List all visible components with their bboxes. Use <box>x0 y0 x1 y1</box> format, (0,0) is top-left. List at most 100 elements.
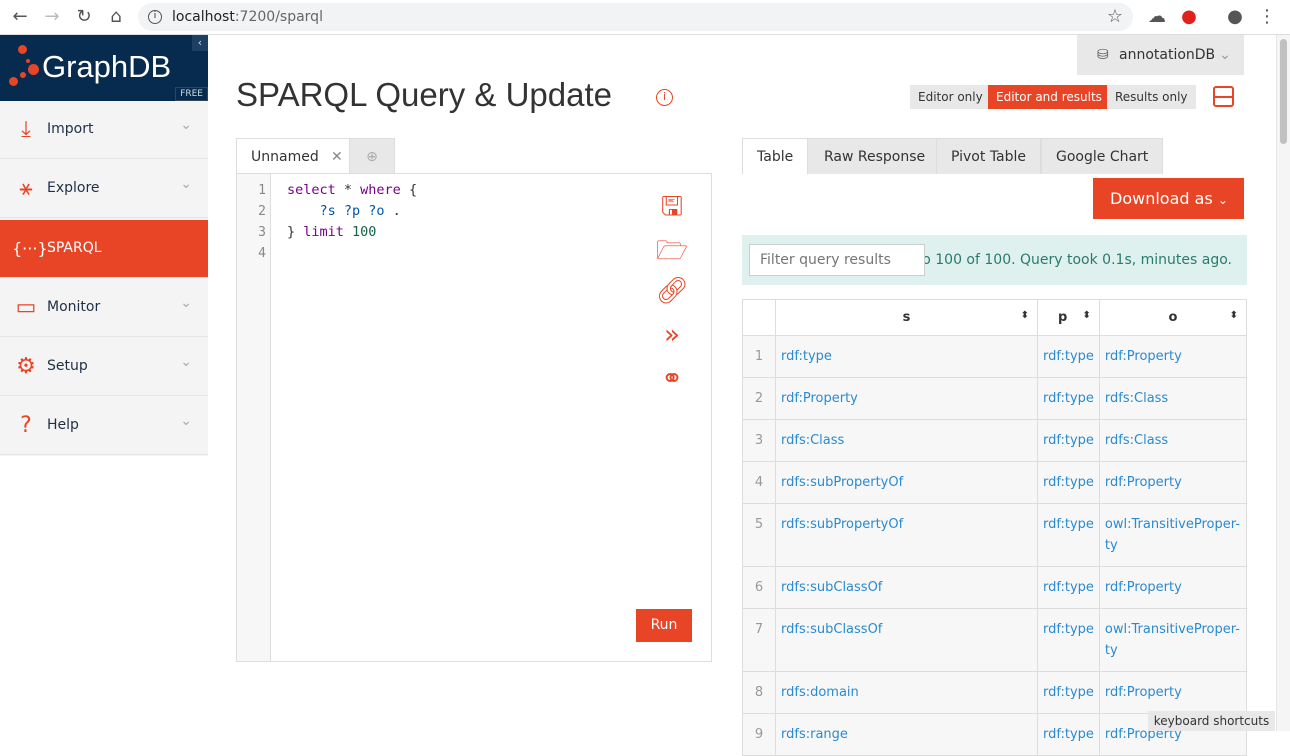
sidebar-item-import[interactable]: ⤓ Import ⌄ <box>0 101 208 159</box>
result-cell[interactable]: rdf:type <box>1037 377 1100 420</box>
column-header-s[interactable]: s ⬍ <box>775 299 1038 336</box>
result-cell[interactable]: rdfs:Class <box>1098 377 1248 420</box>
chevron-down-icon: ⌄ <box>180 413 192 429</box>
save-icon[interactable]: 🖫 <box>655 188 689 222</box>
info-icon[interactable]: i <box>656 89 673 106</box>
collapse-sidebar-icon[interactable]: ‹ <box>192 35 208 51</box>
table-row: 8 rdfs:domain rdf:type rdf:Property <box>742 671 1248 714</box>
column-header-o[interactable]: o ⬍ <box>1098 299 1248 336</box>
add-tab-button[interactable]: ⊕ <box>349 138 395 174</box>
index-header <box>742 299 776 336</box>
download-as-button[interactable]: Download as ⌄ <box>1093 178 1244 219</box>
visual-graph-icon[interactable]: ⚭ <box>655 364 689 398</box>
column-label: o <box>1168 310 1178 325</box>
layout-orientation-icon[interactable] <box>1213 86 1234 107</box>
row-index: 3 <box>742 419 776 462</box>
tab-table[interactable]: Table <box>742 138 809 174</box>
table-row: 5 rdfs:subPropertyOf rdf:type owl:Transitiv… <box>742 503 1248 567</box>
mode-editor-only[interactable]: Editor only <box>910 85 991 109</box>
open-folder-icon[interactable]: 🗁 <box>655 232 689 266</box>
graphdb-logo[interactable]: GraphDB FREE ‹ <box>0 35 208 101</box>
filter-results-input[interactable] <box>749 244 925 276</box>
line-number: 4 <box>258 246 266 261</box>
cloud-icon[interactable]: ☁ <box>1146 6 1168 27</box>
monitor-icon: ▭ <box>15 295 37 320</box>
expand-results-icon[interactable]: » <box>655 320 689 354</box>
close-icon[interactable]: ✕ <box>331 139 343 175</box>
address-bar[interactable]: i localhost:7200/sparql <box>138 3 1133 31</box>
result-cell[interactable]: rdfs:range <box>775 713 1038 756</box>
result-cell[interactable]: rdf:type <box>1037 566 1100 609</box>
repository-selector[interactable]: ⛁ annotationDB ⌄ <box>1077 35 1244 75</box>
result-cell[interactable]: rdfs:subClassOf <box>775 566 1038 609</box>
result-cell[interactable]: rdf:Property <box>1098 671 1248 714</box>
result-cell[interactable]: rdfs:subClassOf <box>775 608 1038 672</box>
star-icon[interactable]: ☆ <box>1104 6 1126 27</box>
forward-icon[interactable]: → <box>41 6 63 27</box>
chevron-down-icon: ⌄ <box>1217 193 1228 207</box>
result-cell[interactable]: rdf:type <box>775 335 1038 378</box>
account-icon[interactable]: ● <box>1224 6 1246 27</box>
gear-icon: ⚙ <box>16 354 36 379</box>
sort-icon[interactable]: ⬍ <box>1083 310 1091 321</box>
row-index: 8 <box>742 671 776 714</box>
import-icon: ⤓ <box>21 117 31 142</box>
home-icon[interactable]: ⌂ <box>105 6 127 27</box>
row-index: 7 <box>742 608 776 672</box>
reload-icon[interactable]: ↻ <box>73 6 95 27</box>
table-row: 1 rdf:type rdf:type rdf:Property <box>742 335 1248 378</box>
query-editor[interactable]: 1 2 3 4 select * where { ?s ?p ?o . } limit… <box>236 173 712 662</box>
result-cell[interactable]: rdf:type <box>1037 419 1100 462</box>
scrollbar[interactable] <box>1276 35 1290 731</box>
result-cell[interactable]: rdfs:Class <box>775 419 1038 462</box>
sidebar-item-setup[interactable]: ⚙ Setup ⌄ <box>0 338 208 396</box>
result-cell[interactable]: rdf:Property <box>775 377 1038 420</box>
link-icon[interactable]: 🔗︎ <box>655 276 689 310</box>
sidebar-item-sparql[interactable]: {···} SPARQL <box>0 220 208 278</box>
result-cell[interactable]: rdf:type <box>1037 335 1100 378</box>
result-cell[interactable]: rdf:Property <box>1098 566 1248 609</box>
run-button[interactable]: Run <box>636 609 692 642</box>
sidebar-item-label: Monitor <box>47 299 101 315</box>
menu-icon[interactable]: ⋮ <box>1256 6 1278 27</box>
result-cell[interactable]: rdf:type <box>1037 671 1100 714</box>
result-cell[interactable]: owl:TransitiveProper-ty <box>1098 503 1248 567</box>
keyboard-shortcuts-button[interactable]: keyboard shortcuts <box>1148 711 1275 731</box>
tab-pivot-table[interactable]: Pivot Table <box>936 138 1042 174</box>
result-cell[interactable]: rdf:type <box>1037 713 1100 756</box>
opera-icon[interactable]: ● <box>1178 6 1200 27</box>
tab-unnamed[interactable]: Unnamed ✕ <box>236 138 350 174</box>
result-cell[interactable]: rdf:type <box>1037 461 1100 504</box>
url-path: :7200/sparql <box>234 9 323 25</box>
back-icon[interactable]: ← <box>9 6 31 27</box>
sort-icon[interactable]: ⬍ <box>1021 310 1029 321</box>
sidebar-item-explore[interactable]: ⚹ Explore ⌄ <box>0 160 208 218</box>
tab-google-chart[interactable]: Google Chart <box>1041 138 1164 174</box>
sidebar-item-monitor[interactable]: ▭ Monitor ⌄ <box>0 279 208 337</box>
result-cell[interactable]: rdfs:subPropertyOf <box>775 461 1038 504</box>
tab-raw-response[interactable]: Raw Response <box>807 138 943 174</box>
result-cell[interactable]: rdf:Property <box>1098 461 1248 504</box>
sidebar-item-help[interactable]: ? Help ⌄ <box>0 397 208 455</box>
column-header-p[interactable]: p ⬍ <box>1037 299 1100 336</box>
result-cell[interactable]: rdf:type <box>1037 608 1100 672</box>
table-row: 6 rdfs:subClassOf rdf:type rdf:Property <box>742 566 1248 609</box>
mode-results-only[interactable]: Results only <box>1107 85 1196 109</box>
result-cell[interactable]: rdfs:subPropertyOf <box>775 503 1038 567</box>
sort-icon[interactable]: ⬍ <box>1230 310 1238 321</box>
result-cell[interactable]: rdf:Property <box>1098 335 1248 378</box>
result-cell[interactable]: rdfs:domain <box>775 671 1038 714</box>
result-cell[interactable]: rdfs:Class <box>1098 419 1248 462</box>
help-icon: ? <box>20 413 32 438</box>
result-cell[interactable]: owl:TransitiveProper-ty <box>1098 608 1248 672</box>
column-label: p <box>1058 310 1068 325</box>
chevron-down-icon: ⌄ <box>180 176 192 192</box>
sidebar-item-label: Import <box>47 121 94 137</box>
result-cell[interactable]: rdf:type <box>1037 503 1100 567</box>
line-number: 2 <box>258 204 266 219</box>
query-code[interactable]: select * where { ?s ?p ?o . } limit 100 <box>287 180 417 243</box>
chevron-down-icon: ⌄ <box>180 295 192 311</box>
chevron-down-icon: ⌄ <box>180 354 192 370</box>
info-icon: i <box>148 10 162 24</box>
mode-editor-and-results[interactable]: Editor and results <box>988 85 1110 109</box>
